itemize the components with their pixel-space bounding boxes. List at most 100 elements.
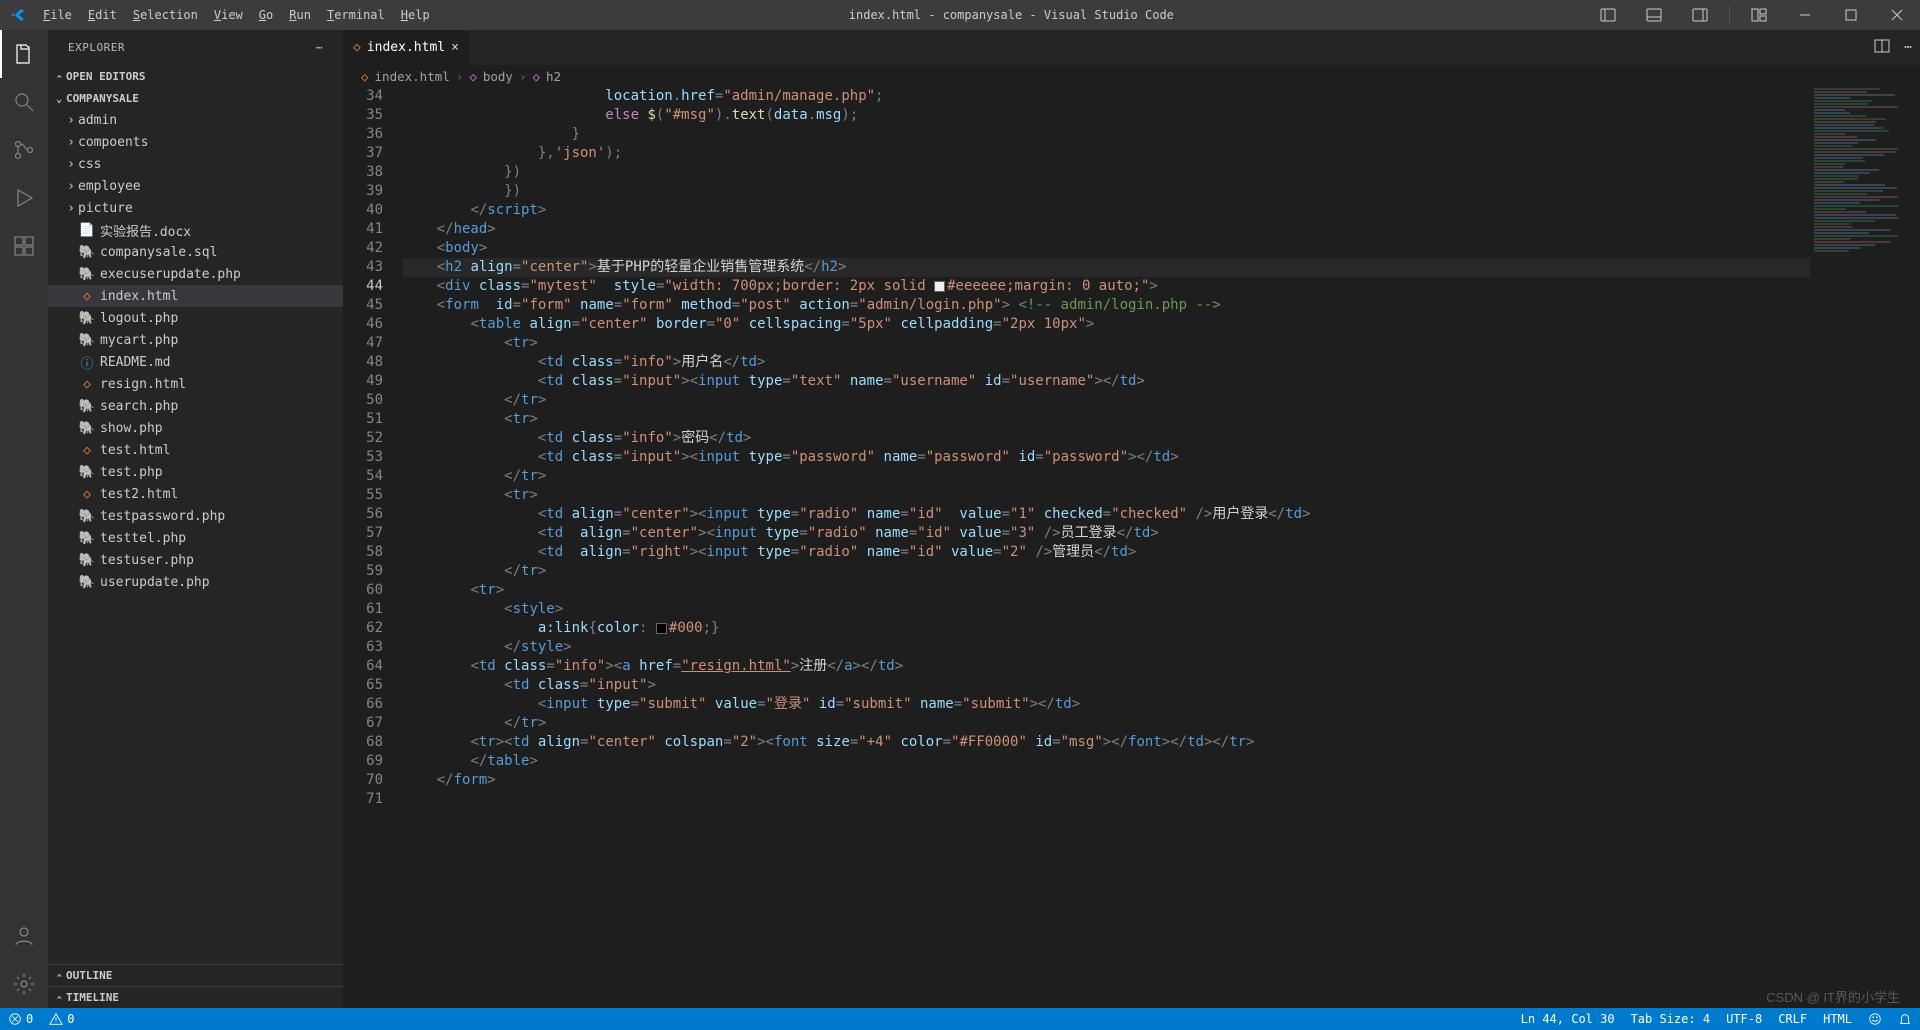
menu-run[interactable]: Run: [281, 0, 319, 30]
run-debug-icon[interactable]: [0, 174, 48, 222]
status-tabsize[interactable]: Tab Size: 4: [1623, 1008, 1718, 1030]
toggle-secondary-sidebar-icon[interactable]: [1677, 0, 1723, 30]
timeline-label: TIMELINE: [66, 991, 119, 1004]
file-icon: 🐘: [78, 465, 96, 480]
search-icon[interactable]: [0, 78, 48, 126]
status-encoding[interactable]: UTF-8: [1718, 1008, 1770, 1030]
file-icon: 🐘: [78, 421, 96, 436]
explorer-more-icon[interactable]: ⋯: [316, 41, 323, 54]
file-icon: 🐘: [78, 311, 96, 326]
toggle-panel-icon[interactable]: [1631, 0, 1677, 30]
status-errors[interactable]: 0: [0, 1008, 41, 1030]
accounts-icon[interactable]: [0, 912, 48, 960]
watermark: CSDN @ IT界的小学生: [1766, 987, 1900, 1006]
file-icon: 🐘: [78, 267, 96, 282]
file-item[interactable]: 🐘companysale.sql: [48, 241, 343, 263]
open-editors-section[interactable]: ›OPEN EDITORS: [48, 65, 343, 87]
file-item[interactable]: 🐘show.php: [48, 417, 343, 439]
code-editor[interactable]: 3435363738394041424344454647484950515253…: [343, 87, 1920, 1008]
file-icon: 🐘: [78, 509, 96, 524]
manage-icon[interactable]: [0, 960, 48, 1008]
menu-file[interactable]: File: [35, 0, 80, 30]
menu-bar: File Edit Selection View Go Run Terminal…: [35, 0, 438, 30]
file-item[interactable]: ⓘREADME.md: [48, 351, 343, 373]
status-feedback-icon[interactable]: [1860, 1008, 1890, 1030]
breadcrumb[interactable]: ◇ index.html › ◇ body › ◇ h2: [343, 65, 1920, 87]
file-icon: ◇: [78, 443, 96, 458]
open-editors-label: OPEN EDITORS: [66, 70, 145, 83]
file-icon: 📄: [78, 223, 96, 238]
menu-edit[interactable]: Edit: [80, 0, 125, 30]
project-section[interactable]: ⌄COMPANYSALE: [48, 87, 343, 109]
breadcrumb-item[interactable]: h2: [546, 69, 561, 84]
breadcrumb-item[interactable]: body: [483, 69, 513, 84]
explorer-title: EXPLORER: [68, 41, 125, 54]
html-file-icon: ◇: [361, 69, 369, 84]
explorer-icon[interactable]: [0, 30, 48, 78]
status-bar: 0 0 Ln 44, Col 30 Tab Size: 4 UTF-8 CRLF…: [0, 1008, 1920, 1030]
extensions-icon[interactable]: [0, 222, 48, 270]
editor-area: ◇ index.html × ⋯ ◇ index.html › ◇ body ›…: [343, 30, 1920, 1008]
file-item[interactable]: 🐘execuserupdate.php: [48, 263, 343, 285]
file-item[interactable]: 🐘userupdate.php: [48, 571, 343, 593]
menu-go[interactable]: Go: [251, 0, 281, 30]
window-controls: [1585, 0, 1920, 30]
file-tree: › admin› compoents› css› employee› pictu…: [48, 109, 343, 593]
file-item[interactable]: 🐘mycart.php: [48, 329, 343, 351]
toggle-primary-sidebar-icon[interactable]: [1585, 0, 1631, 30]
status-notifications-icon[interactable]: [1890, 1008, 1920, 1030]
customize-layout-icon[interactable]: [1736, 0, 1782, 30]
menu-selection[interactable]: Selection: [125, 0, 206, 30]
status-eol[interactable]: CRLF: [1770, 1008, 1815, 1030]
file-item[interactable]: 🐘testpassword.php: [48, 505, 343, 527]
close-tab-icon[interactable]: ×: [451, 40, 459, 55]
explorer-header: EXPLORER ⋯: [48, 30, 343, 65]
outline-label: OUTLINE: [66, 969, 112, 982]
breadcrumb-item[interactable]: index.html: [375, 69, 450, 84]
minimize-button[interactable]: [1782, 0, 1828, 30]
html-element-icon: ◇: [533, 69, 541, 84]
file-item[interactable]: 🐘testuser.php: [48, 549, 343, 571]
menu-view[interactable]: View: [206, 0, 251, 30]
file-icon: 🐘: [78, 333, 96, 348]
status-lang[interactable]: HTML: [1815, 1008, 1860, 1030]
maximize-button[interactable]: [1828, 0, 1874, 30]
file-item[interactable]: ◇test.html: [48, 439, 343, 461]
folder-item[interactable]: › admin: [48, 109, 343, 131]
split-editor-icon[interactable]: [1874, 38, 1890, 58]
project-label: COMPANYSALE: [66, 92, 139, 105]
status-cursor[interactable]: Ln 44, Col 30: [1513, 1008, 1623, 1030]
folder-item[interactable]: › compoents: [48, 131, 343, 153]
file-item[interactable]: ◇resign.html: [48, 373, 343, 395]
file-icon: ◇: [78, 487, 96, 502]
explorer-sidebar: EXPLORER ⋯ ›OPEN EDITORS ⌄COMPANYSALE › …: [48, 30, 343, 1008]
minimap[interactable]: [1810, 87, 1906, 1008]
file-item[interactable]: 🐘test.php: [48, 461, 343, 483]
file-item[interactable]: 🐘testtel.php: [48, 527, 343, 549]
tab-index-html[interactable]: ◇ index.html ×: [343, 30, 470, 65]
folder-item[interactable]: › css: [48, 153, 343, 175]
file-item[interactable]: 📄实验报告.docx: [48, 219, 343, 241]
status-warnings[interactable]: 0: [41, 1008, 82, 1030]
editor-more-icon[interactable]: ⋯: [1904, 40, 1912, 55]
file-icon: 🐘: [78, 245, 96, 260]
title-bar: File Edit Selection View Go Run Terminal…: [0, 0, 1920, 30]
html-element-icon: ◇: [469, 69, 477, 84]
file-icon: ◇: [78, 377, 96, 392]
folder-item[interactable]: › employee: [48, 175, 343, 197]
file-icon: 🐘: [78, 553, 96, 568]
menu-terminal[interactable]: Terminal: [319, 0, 393, 30]
outline-section[interactable]: ›OUTLINE: [48, 964, 343, 986]
file-item[interactable]: ◇test2.html: [48, 483, 343, 505]
file-icon: 🐘: [78, 531, 96, 546]
file-icon: 🐘: [78, 399, 96, 414]
window-title: index.html - companysale - Visual Studio…: [438, 8, 1585, 22]
folder-item[interactable]: › picture: [48, 197, 343, 219]
file-item[interactable]: 🐘search.php: [48, 395, 343, 417]
timeline-section[interactable]: ›TIMELINE: [48, 986, 343, 1008]
close-button[interactable]: [1874, 0, 1920, 30]
source-control-icon[interactable]: [0, 126, 48, 174]
menu-help[interactable]: Help: [393, 0, 438, 30]
file-item[interactable]: ◇index.html: [48, 285, 343, 307]
file-item[interactable]: 🐘logout.php: [48, 307, 343, 329]
